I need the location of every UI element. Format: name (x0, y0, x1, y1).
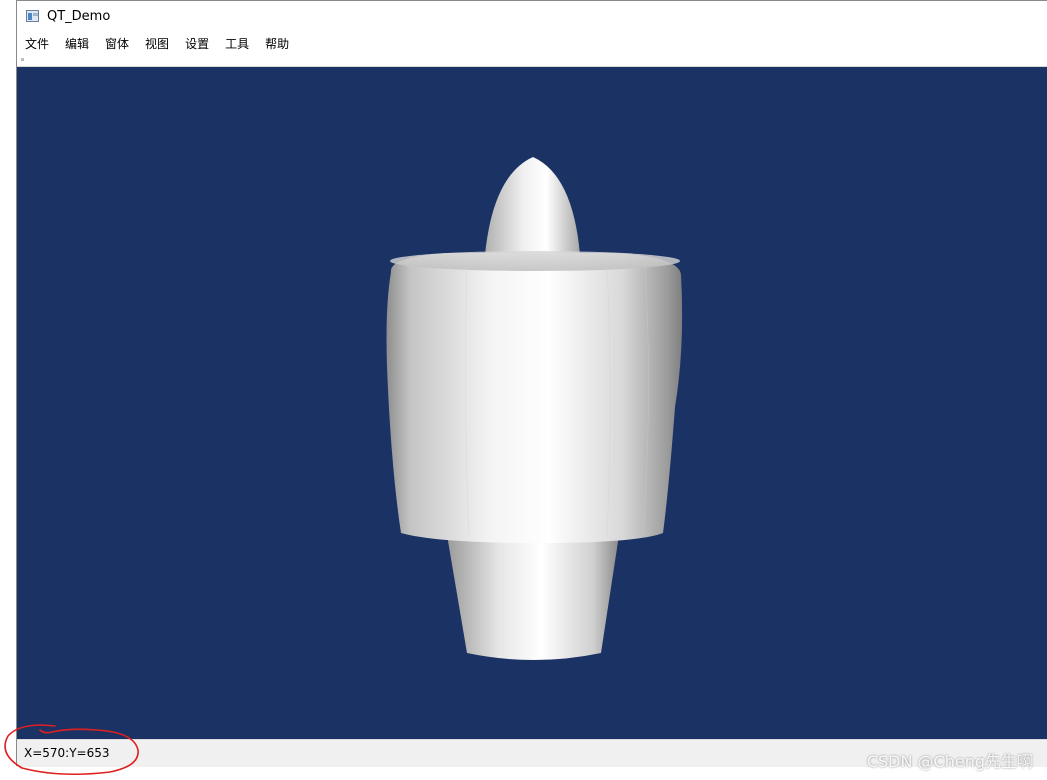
menu-file[interactable]: 文件 (21, 34, 53, 54)
qt-app-icon[interactable] (26, 10, 39, 22)
menu-bar: 文件 编辑 窗体 视图 设置 工具 帮助 (17, 33, 1047, 55)
menu-tools[interactable]: 工具 (221, 34, 253, 54)
3d-viewport[interactable] (17, 67, 1047, 739)
title-bar[interactable]: QT_Demo (17, 1, 1047, 33)
menu-edit[interactable]: 编辑 (61, 34, 93, 54)
window-title: QT_Demo (47, 9, 111, 24)
csdn-watermark: CSDN @Cheng先生啊 (866, 752, 1033, 771)
model-tail-cone (447, 535, 619, 660)
model-nose-cone (485, 157, 580, 255)
main-window: QT_Demo 文件 编辑 窗体 视图 设置 工具 帮助 X=570:Y=653 (16, 0, 1047, 767)
toolbar-grip-handle[interactable] (21, 58, 24, 61)
model-nacelle-body (386, 253, 683, 543)
3d-model-render (386, 157, 683, 660)
model-intake-rim (390, 251, 680, 271)
menu-settings[interactable]: 设置 (181, 34, 213, 54)
toolbar-area (17, 55, 1047, 67)
menu-help[interactable]: 帮助 (261, 34, 293, 54)
menu-view[interactable]: 视图 (141, 34, 173, 54)
menu-window[interactable]: 窗体 (101, 34, 133, 54)
status-coordinates: X=570:Y=653 (24, 746, 110, 760)
